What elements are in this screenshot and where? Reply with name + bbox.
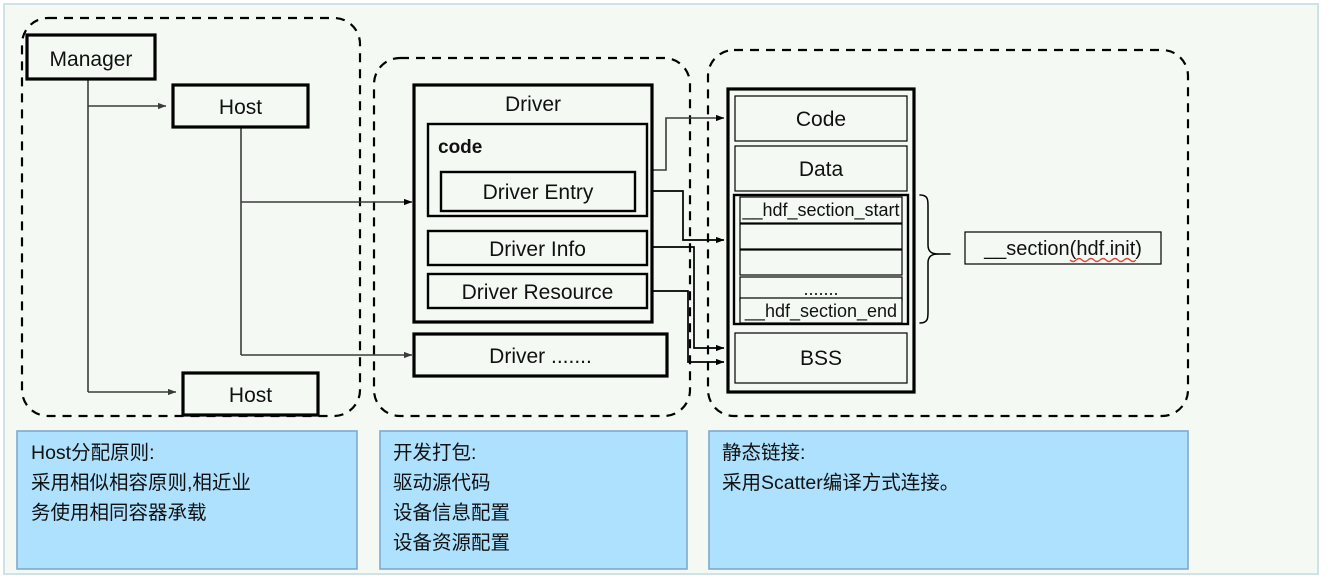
memory-segment-code-label: Code bbox=[796, 108, 846, 131]
hdf-section-row[interactable] bbox=[739, 249, 903, 276]
driver-info-label: Driver Info bbox=[489, 238, 586, 261]
hdf-section-row[interactable] bbox=[739, 223, 903, 250]
manager-label: Manager bbox=[50, 48, 133, 71]
section-annotation-label: __section(hdf.init) bbox=[983, 238, 1142, 260]
hdf-section-row-label: __hdf_section_end bbox=[744, 301, 897, 322]
caption-link-line: 采用Scatter编译方式连接。 bbox=[722, 472, 959, 494]
memory-segment-bss-label: BSS bbox=[800, 347, 842, 370]
caption-build-line: 驱动源代码 bbox=[393, 472, 491, 494]
caption-build-line: 开发打包: bbox=[393, 442, 476, 464]
caption-host-line: 务使用相同容器承载 bbox=[31, 502, 207, 524]
caption-build-line: 设备资源配置 bbox=[393, 532, 510, 554]
architecture-diagram: Manager Host Host Driver code Driver Ent… bbox=[3, 3, 1319, 575]
driver-label: Driver bbox=[505, 93, 561, 116]
hdf-section-row-label: ....... bbox=[803, 279, 838, 299]
caption-build-line: 设备信息配置 bbox=[393, 502, 510, 524]
driver-more-label: Driver ....... bbox=[489, 345, 592, 368]
hdf-section-row-label: __hdf_section_start bbox=[741, 200, 899, 221]
host-label-bottom: Host bbox=[229, 384, 272, 407]
caption-link-line: 静态链接: bbox=[722, 442, 805, 464]
caption-host-line: 采用相似相容原则,相近业 bbox=[31, 472, 251, 494]
host-label-top: Host bbox=[219, 96, 262, 119]
diagram-canvas: Manager Host Host Driver code Driver Ent… bbox=[0, 0, 1331, 578]
memory-segment-data-label: Data bbox=[799, 158, 844, 181]
code-group-label: code bbox=[438, 137, 482, 158]
driver-resource-label: Driver Resource bbox=[462, 281, 614, 304]
driver-entry-label: Driver Entry bbox=[483, 181, 594, 204]
caption-host-line: Host分配原则: bbox=[31, 442, 155, 464]
